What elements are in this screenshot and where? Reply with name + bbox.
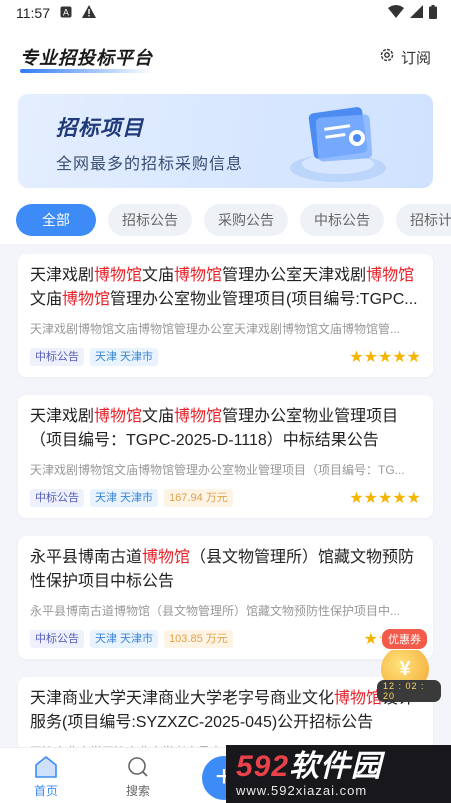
- location-badge: 天津 天津市: [90, 489, 159, 507]
- notice-title: 天津戏剧博物馆文庙博物馆管理办公室天津戏剧博物馆文庙博物馆管理办公室物业管理项目…: [30, 264, 421, 312]
- title-text: 文庙: [142, 408, 175, 425]
- keyword-highlight: 博物馆: [334, 690, 383, 707]
- amount-badge: 167.94 万元: [164, 489, 233, 507]
- tab-all[interactable]: 全部: [16, 204, 96, 236]
- subscribe-button[interactable]: 订阅: [379, 47, 431, 68]
- notice-tags: 中标公告 天津 天津市 103.85 万元: [30, 630, 233, 648]
- document-illustration-icon: [283, 96, 393, 188]
- status-bar: 11:57 A: [0, 0, 451, 26]
- notice-title: 天津商业大学天津商业大学老字号商业文化博物馆设计服务(项目编号:SYZXZC-2…: [30, 687, 421, 735]
- notice-description: 天津戏剧博物馆文庙博物馆管理办公室天津戏剧博物馆文庙博物馆管...: [30, 322, 401, 336]
- coupon-timer: 12 : 02 : 20: [377, 680, 441, 702]
- svg-text:A: A: [63, 9, 70, 19]
- keyword-highlight: 博物馆: [174, 408, 223, 425]
- status-right: [388, 4, 437, 22]
- notice-card[interactable]: 永平县博南古道博物馆（县文物管理所）馆藏文物预防性保护项目中标公告 永平县博南古道…: [18, 536, 433, 659]
- nav-search[interactable]: 搜索: [92, 755, 184, 803]
- search-icon: [125, 755, 151, 782]
- keyword-highlight: 博物馆: [94, 408, 143, 425]
- home-icon: [33, 755, 59, 782]
- signal-icon: [410, 5, 423, 21]
- rating-stars: ★★★★★: [349, 349, 421, 366]
- notice-type-badge: 中标公告: [30, 630, 84, 648]
- notice-card[interactable]: 天津戏剧博物馆文庙博物馆管理办公室天津戏剧博物馆文庙博物馆管理办公室物业管理项目…: [18, 254, 433, 377]
- title-text: 天津商业大学天津商业大学老字号商业文化: [30, 690, 335, 707]
- category-tabs: 全部 招标公告 采购公告 中标公告 招标计: [0, 188, 451, 244]
- keyword-highlight: 博物馆: [62, 291, 111, 308]
- site-watermark: 592软件园 www.592xiazai.com: [226, 745, 451, 803]
- warning-icon: [82, 5, 96, 21]
- gear-icon: [379, 47, 395, 67]
- watermark-logo-number: 592: [236, 749, 290, 783]
- notification-a-icon: A: [60, 5, 72, 21]
- notice-tags: 中标公告 天津 天津市: [30, 348, 159, 366]
- keyword-highlight: 博物馆: [142, 549, 191, 566]
- notice-footer: 中标公告天津 天津市103.85 万元★★★★: [30, 629, 421, 649]
- tab-tender-plan[interactable]: 招标计: [396, 204, 451, 236]
- amount-badge: 103.85 万元: [164, 630, 233, 648]
- notice-footer: 中标公告 天津 天津市 ★★★★★: [30, 347, 421, 367]
- status-time: 11:57: [16, 5, 50, 21]
- banner[interactable]: 招标项目 全网最多的招标采购信息: [18, 94, 433, 188]
- wifi-icon: [388, 5, 404, 21]
- notice-card[interactable]: 天津戏剧博物馆文庙博物馆管理办公室物业管理项目（项目编号：TGPC-2025-D…: [18, 395, 433, 518]
- watermark-logo-text: 软件园: [289, 749, 383, 783]
- title-text: 文庙: [142, 267, 175, 284]
- title-text: 天津戏剧: [30, 267, 95, 284]
- watermark-logo: 592软件园: [236, 749, 451, 783]
- header: 专业招投标平台 订阅: [0, 26, 451, 88]
- notice-tags: 中标公告 天津 天津市 167.94 万元: [30, 489, 233, 507]
- title-text: 永平县博南古道: [30, 549, 143, 566]
- coupon-widget[interactable]: ¥ 优惠券 12 : 02 : 20: [377, 628, 441, 704]
- nav-home-label: 首页: [33, 784, 58, 798]
- status-left: 11:57 A: [16, 5, 96, 21]
- subscribe-label: 订阅: [400, 49, 431, 67]
- coupon-label: 优惠券: [381, 628, 428, 650]
- notice-type-badge: 中标公告: [30, 348, 84, 366]
- title-text: 文庙: [30, 291, 63, 308]
- rating-stars: ★★★★★: [349, 490, 421, 507]
- top-area: 11:57 A 专业招投标平台 订阅 招标项目 全网最多的招标采购信息 全部 招…: [0, 0, 451, 244]
- notice-type-badge: 中标公告: [30, 489, 84, 507]
- keyword-highlight: 博物馆: [94, 267, 143, 284]
- title-text: 天津戏剧: [30, 408, 95, 425]
- keyword-highlight: 博物馆: [366, 267, 415, 284]
- tab-procurement-notice[interactable]: 采购公告: [204, 204, 288, 236]
- location-badge: 天津 天津市: [90, 348, 159, 366]
- notice-title: 永平县博南古道博物馆（县文物管理所）馆藏文物预防性保护项目中标公告: [30, 546, 421, 594]
- watermark-url: www.592xiazai.com: [236, 782, 368, 798]
- location-badge: 天津 天津市: [90, 630, 159, 648]
- keyword-highlight: 博物馆: [174, 267, 223, 284]
- tab-tender-notice[interactable]: 招标公告: [108, 204, 192, 236]
- notice-description: 永平县博南古道博物馆（县文物管理所）馆藏文物预防性保护项目中...: [30, 604, 401, 618]
- nav-search-label: 搜索: [125, 784, 150, 798]
- page-title: 专业招投标平台: [20, 44, 153, 73]
- title-text: 管理办公室物业管理项目(项目编号:TGPC...: [110, 291, 418, 308]
- nav-home[interactable]: 首页: [0, 755, 92, 803]
- notice-footer: 中标公告 天津 天津市 167.94 万元 ★★★★★: [30, 488, 421, 508]
- tab-award-notice[interactable]: 中标公告: [300, 204, 384, 236]
- notice-description: 天津戏剧博物馆文庙博物馆管理办公室物业管理项目（项目编号：TG...: [30, 463, 405, 477]
- battery-icon: [429, 4, 437, 22]
- title-text: 管理办公室天津戏剧: [222, 267, 367, 284]
- notice-title: 天津戏剧博物馆文庙博物馆管理办公室物业管理项目（项目编号：TGPC-2025-D…: [30, 405, 421, 453]
